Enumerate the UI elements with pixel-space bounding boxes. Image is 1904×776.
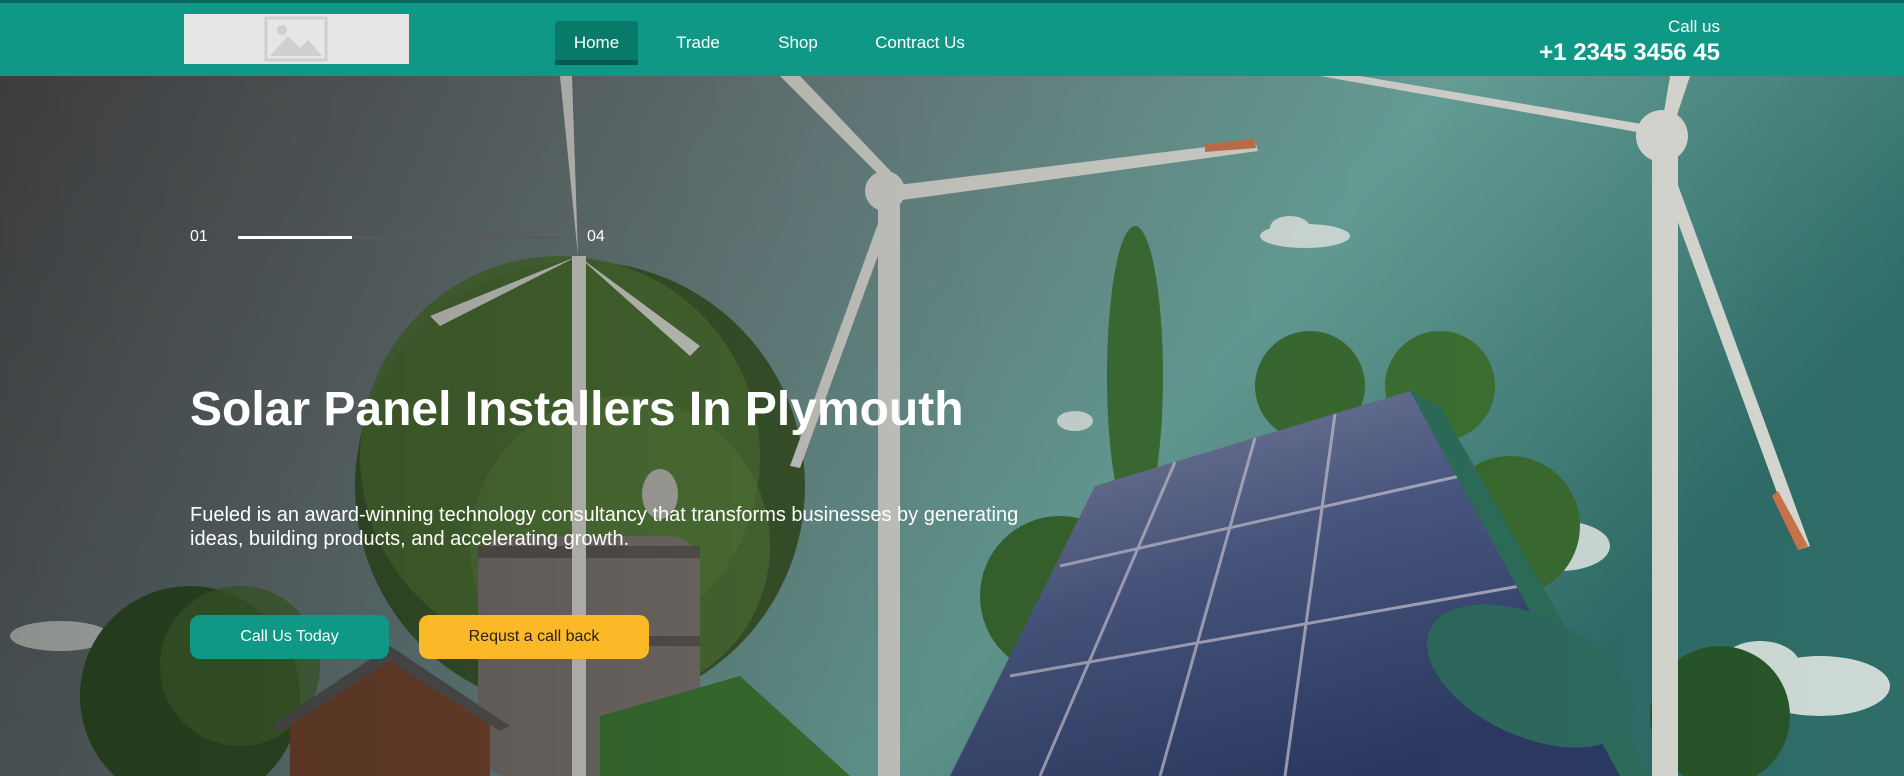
nav-trade[interactable]: Trade: [665, 21, 731, 65]
site-logo[interactable]: [184, 14, 409, 64]
call-us-label: Call us: [1668, 17, 1720, 36]
hero-slider: 01 04 Solar Panel Installers In Plymouth…: [0, 76, 1904, 776]
slide-current: 01: [190, 228, 208, 245]
image-placeholder-icon: [264, 16, 328, 62]
phone-number[interactable]: +1 2345 3456 45: [1539, 39, 1720, 67]
slide-progress-fill: [238, 236, 352, 239]
site-header: Home Trade Shop Contract Us Call us +1 2…: [0, 0, 1904, 76]
call-us-today-button[interactable]: Call Us Today: [190, 615, 389, 659]
hero-title: Solar Panel Installers In Plymouth: [190, 383, 964, 436]
slide-total: 04: [587, 228, 605, 245]
nav-home[interactable]: Home: [555, 21, 638, 65]
nav-shop[interactable]: Shop: [762, 21, 834, 65]
request-call-back-button[interactable]: Requst a call back: [419, 615, 649, 659]
slide-progress-track[interactable]: [238, 236, 558, 239]
hero-description: Fueled is an award-winning technology co…: [190, 504, 1019, 550]
nav-contract-us[interactable]: Contract Us: [865, 21, 975, 65]
